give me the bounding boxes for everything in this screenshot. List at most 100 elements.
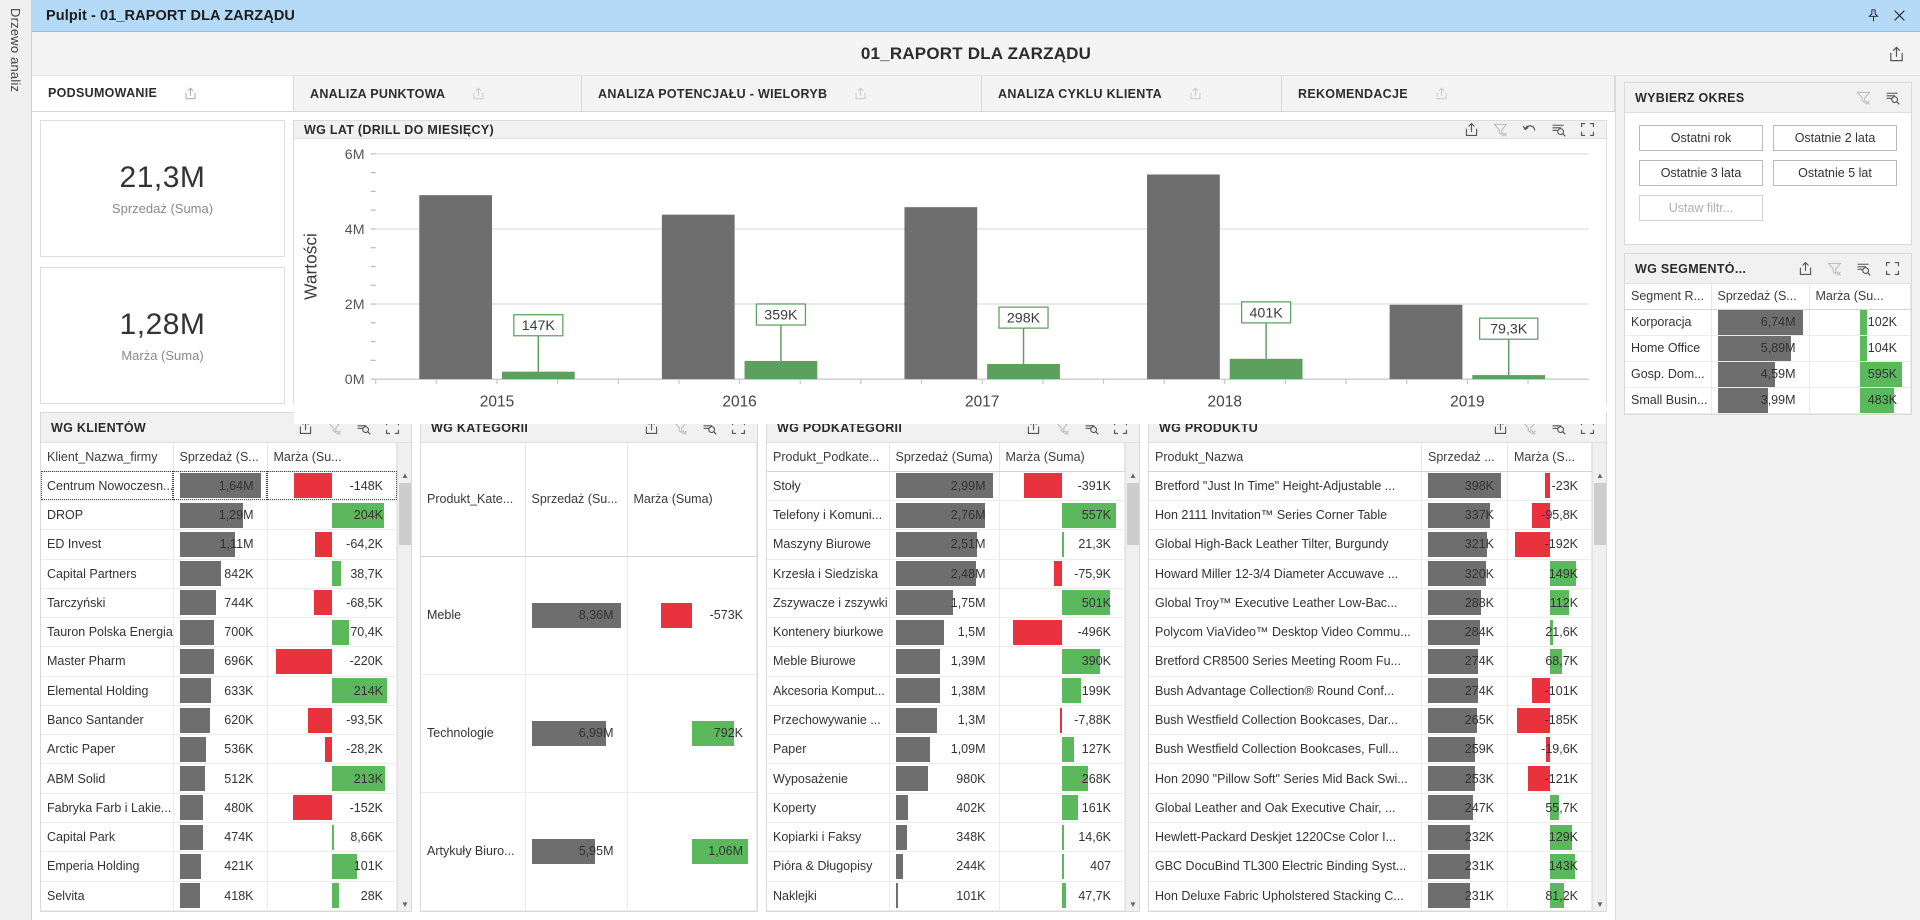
period-button-ostatnie-2-lata[interactable]: Ostatnie 2 lata [1773, 125, 1897, 151]
scroll-down-arrow[interactable]: ▼ [1593, 897, 1606, 911]
table-row[interactable]: Emperia Holding 421K 101K [41, 851, 397, 882]
column-header[interactable]: Segment R... [1625, 284, 1712, 310]
table-row[interactable]: Global Leather and Oak Executive Chair, … [1149, 793, 1592, 824]
tab-analiza-cyklu-klienta[interactable]: ANALIZA CYKLU KLIENTA [982, 76, 1282, 111]
table-row[interactable]: Fabryka Farb i Lakie... 480K -152K [41, 793, 397, 824]
export-icon[interactable] [183, 86, 198, 101]
scrollbar-thumb[interactable] [1127, 483, 1139, 545]
table-row[interactable]: Meble 8,36M -573K [421, 556, 757, 675]
export-icon[interactable] [1188, 86, 1203, 101]
table-row[interactable]: Global High-Back Leather Tilter, Burgund… [1149, 529, 1592, 560]
table-row[interactable]: Bush Westfield Collection Bookcases, Ful… [1149, 734, 1592, 765]
column-header[interactable]: Sprzedaż ... [1421, 443, 1508, 472]
scroll-down-arrow[interactable]: ▼ [1126, 897, 1139, 911]
table-row[interactable]: Kopiarki i Faksy 348K 14,6K [767, 822, 1125, 853]
table-row[interactable]: Hon 2090 "Pillow Soft" Series Mid Back S… [1149, 763, 1592, 794]
column-header[interactable]: Marża (S... [1507, 443, 1592, 472]
table-row[interactable]: Paper 1,09M 127K [767, 734, 1125, 765]
scroll-up-arrow[interactable]: ▲ [398, 468, 411, 482]
table-row[interactable]: Technologie 6,99M 792K [421, 674, 757, 793]
scroll-up-arrow[interactable]: ▲ [1593, 468, 1606, 482]
column-header[interactable]: Sprzedaż (Suma) [889, 443, 1000, 472]
table-row[interactable]: Polycom ViaVideo™ Desktop Video Commu...… [1149, 617, 1592, 648]
table-row[interactable]: Artykuły Biuro... 5,95M 1,06M [421, 792, 757, 911]
table-row[interactable]: Gosp. Dom... 4,59M 595K [1625, 361, 1911, 388]
table-row[interactable]: Capital Park 474K 8,66K [41, 822, 397, 853]
close-icon[interactable] [1886, 4, 1912, 28]
table-row[interactable]: Selvita 418K 28K [41, 881, 397, 911]
pin-icon[interactable] [1860, 4, 1886, 28]
clear-filter-icon[interactable] [1855, 89, 1872, 106]
table-row[interactable]: ABM Solid 512K 213K [41, 763, 397, 794]
table-row[interactable]: Tarczyński 744K -68,5K [41, 588, 397, 619]
undo-icon[interactable] [1521, 121, 1538, 138]
sort-search-icon[interactable] [1550, 121, 1567, 138]
table-row[interactable]: Home Office 5,89M 104K [1625, 335, 1911, 362]
column-header[interactable]: Produkt_Kate... [421, 443, 526, 557]
column-header[interactable]: Marża (Su... [267, 443, 397, 472]
kpi-card-sprzedaz[interactable]: 21,3M Sprzedaż (Suma) [40, 120, 285, 257]
table-row[interactable]: Capital Partners 842K 38,7K [41, 559, 397, 589]
table-row[interactable]: Koperty 402K 161K [767, 793, 1125, 824]
scroll-up-arrow[interactable]: ▲ [1126, 468, 1139, 482]
period-button-ustaw-filtr[interactable]: Ustaw filtr... [1639, 195, 1763, 221]
table-row[interactable]: Hon 2111 Invitation™ Series Corner Table… [1149, 500, 1592, 531]
table-row[interactable]: Bretford CR8500 Series Meeting Room Fu..… [1149, 646, 1592, 677]
table-row[interactable]: Kontenery biurkowe 1,5M -496K [767, 617, 1125, 648]
table-row[interactable]: Tauron Polska Energia 700K 70,4K [41, 617, 397, 648]
tab-analiza-potencjalu[interactable]: ANALIZA POTENCJAŁU - WIELORYB [582, 76, 982, 111]
table-row[interactable]: Korporacja 6,74M 102K [1625, 309, 1911, 336]
scrollbar-thumb[interactable] [399, 483, 411, 545]
table-row[interactable]: Banco Santander 620K -93,5K [41, 705, 397, 736]
column-header[interactable]: Produkt_Nazwa [1149, 443, 1422, 472]
tab-analiza-punktowa[interactable]: ANALIZA PUNKTOWA [294, 76, 582, 111]
table-row[interactable]: Akcesoria Komput... 1,38M 199K [767, 676, 1125, 706]
table-row[interactable]: Howard Miller 12-3/4 Diameter Accuwave .… [1149, 559, 1592, 589]
vertical-scrollbar[interactable]: ▲ ▼ [397, 443, 411, 911]
table-row[interactable]: Centrum Nowoczesn... 1,64M -148K [41, 471, 397, 501]
analysis-tree-strip[interactable]: Drzewo analiz [0, 0, 32, 920]
export-icon[interactable] [1797, 260, 1814, 277]
table-row[interactable]: Stoły 2,99M -391K [767, 471, 1125, 501]
column-header[interactable]: Sprzedaż (S... [1711, 284, 1810, 310]
table-row[interactable]: Zszywacze i zszywki 1,75M 501K [767, 588, 1125, 619]
table-row[interactable]: Master Pharm 696K -220K [41, 646, 397, 677]
table-row[interactable]: Przechowywanie ... 1,3M -7,88K [767, 705, 1125, 736]
table-row[interactable]: Arctic Paper 536K -28,2K [41, 734, 397, 765]
column-header[interactable]: Marża (Suma) [627, 443, 757, 557]
tab-podsumowanie[interactable]: PODSUMOWANIE [32, 76, 294, 111]
table-row[interactable]: Hon Deluxe Fabric Upholstered Stacking C… [1149, 881, 1592, 911]
table-row[interactable]: Small Busin... 3,99M 483K [1625, 387, 1911, 414]
table-row[interactable]: GBC DocuBind TL300 Electric Binding Syst… [1149, 851, 1592, 882]
export-icon[interactable] [1887, 44, 1906, 63]
table-row[interactable]: Wyposażenie 980K 268K [767, 763, 1125, 794]
column-header[interactable]: Marża (Suma) [999, 443, 1125, 472]
table-row[interactable]: Global Troy™ Executive Leather Low-Bac..… [1149, 588, 1592, 619]
clear-filter-icon[interactable] [1492, 121, 1509, 138]
table-row[interactable]: Maszyny Biurowe 2,51M 21,3K [767, 529, 1125, 560]
column-header[interactable]: Sprzedaż (S... [173, 443, 268, 472]
scroll-down-arrow[interactable]: ▼ [398, 897, 411, 911]
table-row[interactable]: DROP 1,29M 204K [41, 500, 397, 531]
export-icon[interactable] [1463, 121, 1480, 138]
table-row[interactable]: Meble Biurowe 1,39M 390K [767, 646, 1125, 677]
sort-search-icon[interactable] [1884, 89, 1901, 106]
table-row[interactable]: Telefony i Komuni... 2,76M 557K [767, 500, 1125, 531]
period-button-ostatni-rok[interactable]: Ostatni rok [1639, 125, 1763, 151]
scrollbar-thumb[interactable] [1594, 483, 1606, 545]
export-icon[interactable] [471, 86, 486, 101]
clear-filter-icon[interactable] [1826, 260, 1843, 277]
export-icon[interactable] [1434, 86, 1449, 101]
sort-search-icon[interactable] [1855, 260, 1872, 277]
chart-canvas[interactable]: 0M 2M 4M 6M 147K 2015 359K 2016 298K 2017 401K 2018… [294, 139, 1606, 424]
table-row[interactable]: Elemental Holding 633K 214K [41, 676, 397, 706]
export-icon[interactable] [853, 86, 868, 101]
column-header[interactable]: Marża (Su... [1809, 284, 1911, 310]
column-header[interactable]: Produkt_Podkate... [767, 443, 890, 472]
column-header[interactable]: Sprzedaż (Su... [525, 443, 628, 557]
vertical-scrollbar[interactable]: ▲ ▼ [1592, 443, 1606, 911]
vertical-scrollbar[interactable]: ▲ ▼ [1125, 443, 1139, 911]
kpi-card-marza[interactable]: 1,28M Marża (Suma) [40, 267, 285, 404]
table-row[interactable]: Naklejki 101K 47,7K [767, 881, 1125, 911]
table-row[interactable]: Bush Advantage Collection® Round Conf...… [1149, 676, 1592, 706]
